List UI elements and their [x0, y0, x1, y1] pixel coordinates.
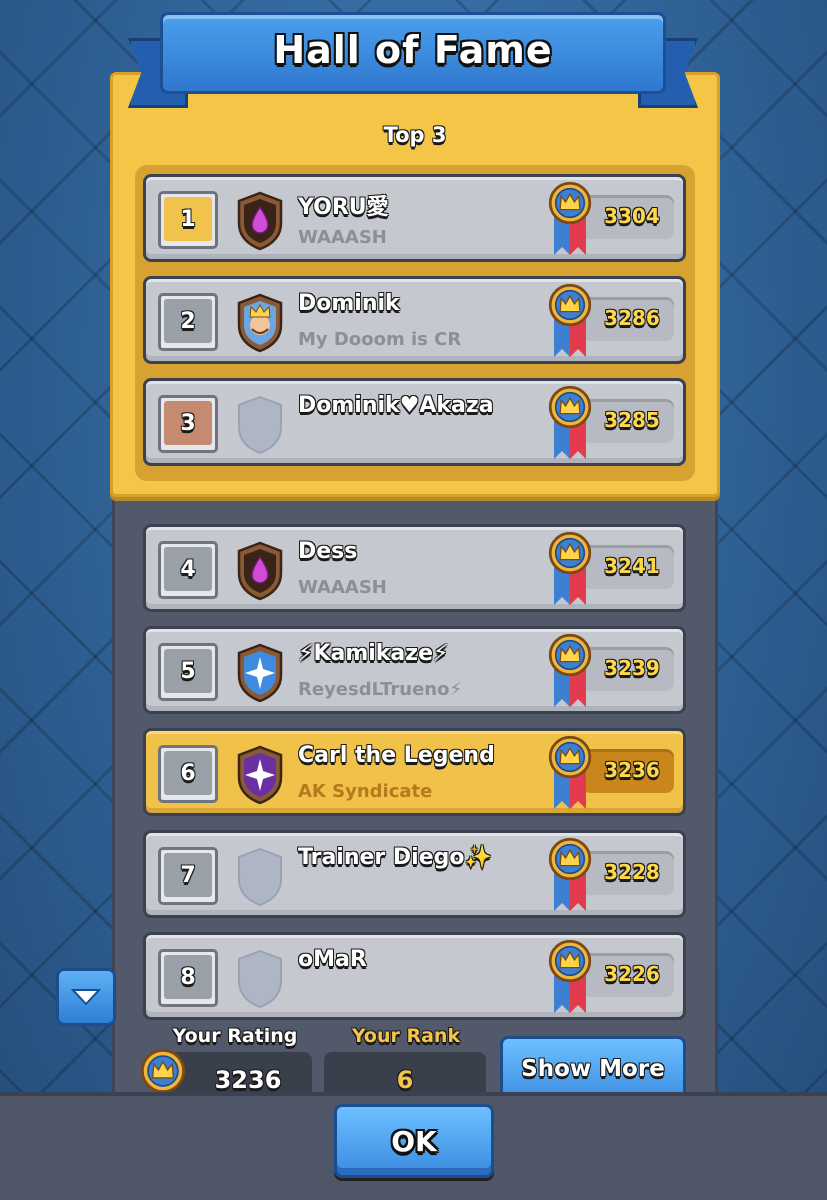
player-name: Dess	[298, 539, 358, 564]
clan-name: ReyesdLTrueno⚡	[298, 679, 463, 700]
crown-medal-icon	[546, 837, 594, 913]
trophy-score: 3241	[582, 545, 674, 589]
rank-number: 5	[164, 649, 212, 693]
empty-shield-icon-graphic	[238, 395, 282, 455]
trophy-score: 3286	[582, 297, 674, 341]
top3-title: Top 3	[383, 123, 447, 147]
scroll-down-button[interactable]	[56, 968, 116, 1026]
empty-shield-icon-graphic	[238, 847, 282, 907]
crown-graphic	[140, 1048, 186, 1094]
rank-box: 8	[158, 949, 218, 1007]
king-badge-icon	[232, 291, 288, 355]
clan-name: My Dooom is CR	[298, 329, 462, 350]
show-more-label: Show More	[521, 1056, 665, 1082]
score-value: 3285	[604, 408, 660, 432]
crown-medal-graphic	[548, 385, 592, 459]
score-value: 3228	[604, 860, 660, 884]
rank-box: 6	[158, 745, 218, 803]
your-rating-value: 3236	[214, 1066, 282, 1094]
trophy-score: 3304	[582, 195, 674, 239]
rank-box: 4	[158, 541, 218, 599]
crown-medal-graphic	[548, 735, 592, 809]
elixir-badge-icon-graphic	[237, 191, 283, 251]
purple-star-badge-icon	[232, 743, 288, 807]
crown-medal-graphic	[548, 633, 592, 707]
your-rating-label: Your Rating	[172, 1025, 298, 1047]
crown-medal-icon	[546, 633, 594, 709]
crown-medal-icon	[546, 385, 594, 461]
leaderboard-row[interactable]: 7 Trainer Diego✨ 3228	[143, 830, 686, 918]
crown-icon	[140, 1048, 186, 1094]
empty-shield-icon	[232, 947, 288, 1011]
title-ribbon: Hall of Fame	[128, 12, 698, 108]
star-badge-icon-graphic	[237, 643, 283, 703]
rank-number: 3	[164, 401, 212, 445]
trophy-score: 3226	[582, 953, 674, 997]
player-name: Dominik♥Akaza	[298, 393, 494, 418]
empty-shield-icon	[232, 393, 288, 457]
crown-medal-icon	[546, 181, 594, 257]
chevron-down-icon	[71, 989, 101, 1006]
elixir-badge-icon	[232, 539, 288, 603]
your-rank-label: Your Rank	[351, 1025, 461, 1047]
leaderboard-row[interactable]: 8 oMaR 3226	[143, 932, 686, 1020]
empty-shield-icon	[232, 845, 288, 909]
trophy-score: 3228	[582, 851, 674, 895]
score-value: 3226	[604, 962, 660, 986]
rank-number: 4	[164, 547, 212, 591]
crown-medal-graphic	[548, 181, 592, 255]
purple-star-badge-icon-graphic	[237, 745, 283, 805]
rank-number: 2	[164, 299, 212, 343]
trophy-score: 3236	[582, 749, 674, 793]
rank-box: 1	[158, 191, 218, 249]
trophy-score: 3285	[582, 399, 674, 443]
player-name: Dominik	[298, 291, 400, 316]
score-value: 3236	[604, 758, 660, 782]
score-value: 3304	[604, 204, 660, 228]
clan-name: WAAASH	[298, 577, 387, 598]
crown-medal-graphic	[548, 283, 592, 357]
your-rank-value: 6	[396, 1066, 414, 1094]
empty-shield-icon-graphic	[238, 949, 282, 1009]
player-name: YORU愛	[298, 195, 389, 220]
ok-label: OK	[391, 1125, 437, 1158]
player-name: Carl the Legend	[298, 743, 495, 768]
rank-box: 3	[158, 395, 218, 453]
rank-number: 6	[164, 751, 212, 795]
crown-medal-graphic	[548, 939, 592, 1013]
page-title: Hall of Fame	[273, 28, 553, 72]
elixir-badge-icon	[232, 189, 288, 253]
crown-medal-icon	[546, 735, 594, 811]
rank-number: 1	[164, 197, 212, 241]
leaderboard-row[interactable]: 1 YORU愛 WAAASH 3304	[143, 174, 686, 262]
crown-medal-graphic	[548, 837, 592, 911]
rank-number: 7	[164, 853, 212, 897]
player-name: oMaR	[298, 947, 367, 972]
rank-box: 5	[158, 643, 218, 701]
leaderboard-row[interactable]: 2 Dominik My Dooom is CR 3286	[143, 276, 686, 364]
ok-button[interactable]: OK	[334, 1104, 494, 1178]
star-badge-icon	[232, 641, 288, 705]
leaderboard-row-current-player[interactable]: 6 Carl the Legend AK Syndicate 3236	[143, 728, 686, 816]
leaderboard-row[interactable]: 4 Dess WAAASH 3241	[143, 524, 686, 612]
crown-medal-icon	[546, 283, 594, 359]
clan-name: AK Syndicate	[298, 781, 433, 802]
crown-medal-icon	[546, 531, 594, 607]
clan-name: WAAASH	[298, 227, 387, 248]
rank-number: 8	[164, 955, 212, 999]
player-name: Trainer Diego✨	[298, 845, 492, 870]
score-value: 3286	[604, 306, 660, 330]
rank-box: 2	[158, 293, 218, 351]
leaderboard-row[interactable]: 5 ⚡Kamikaze⚡ ReyesdLTrueno⚡ 3239	[143, 626, 686, 714]
king-badge-icon-graphic	[237, 293, 283, 353]
crown-medal-graphic	[548, 531, 592, 605]
score-value: 3239	[604, 656, 660, 680]
player-name: ⚡Kamikaze⚡	[298, 641, 449, 666]
leaderboard-row[interactable]: 3 Dominik♥Akaza 3285	[143, 378, 686, 466]
rank-box: 7	[158, 847, 218, 905]
elixir-badge-icon-graphic	[237, 541, 283, 601]
score-value: 3241	[604, 554, 660, 578]
crown-medal-icon	[546, 939, 594, 1015]
trophy-score: 3239	[582, 647, 674, 691]
